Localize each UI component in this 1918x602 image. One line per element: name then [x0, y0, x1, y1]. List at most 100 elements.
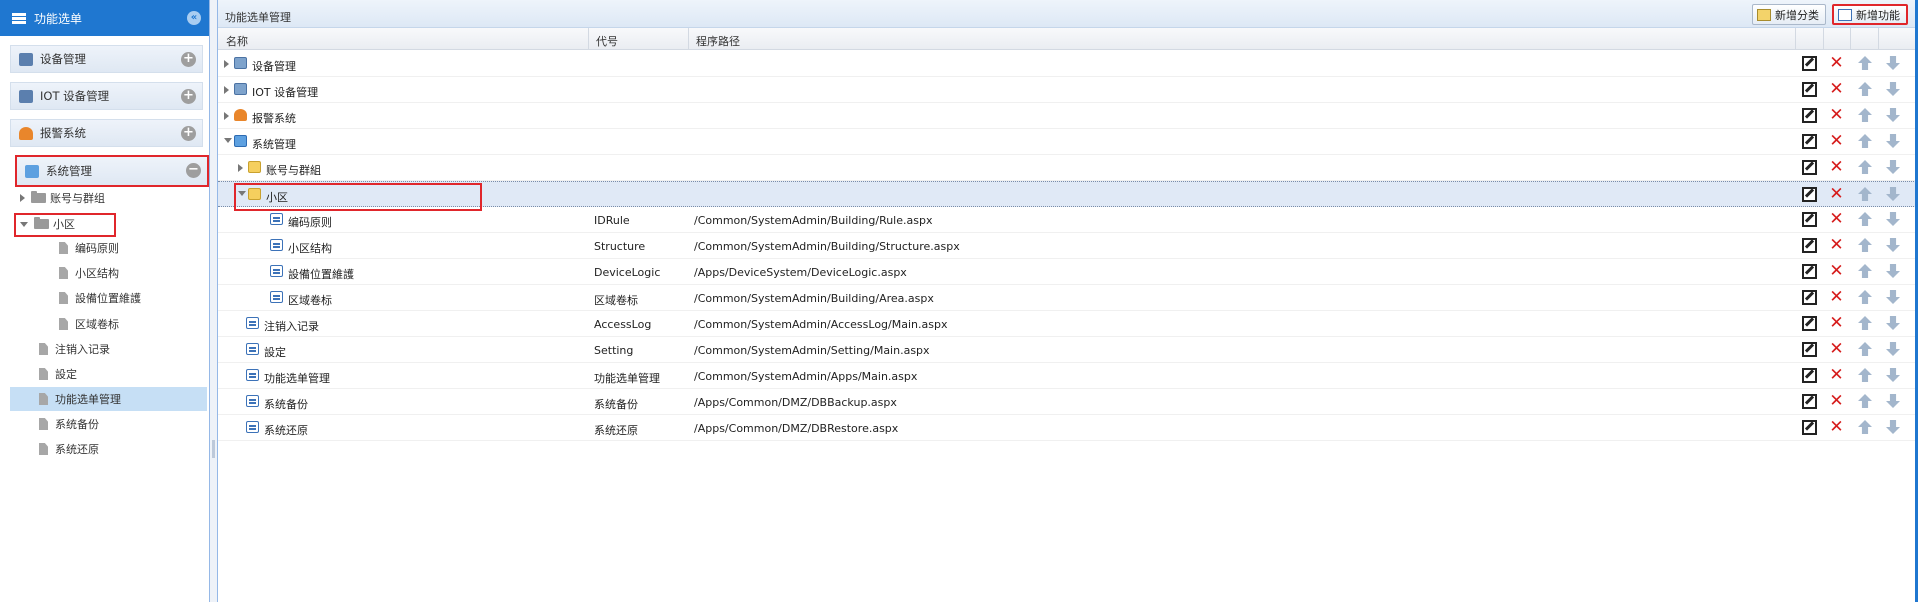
- tree-item-settings[interactable]: 設定: [39, 364, 77, 384]
- edit-icon[interactable]: [1802, 212, 1817, 227]
- delete-icon[interactable]: ✕: [1829, 289, 1844, 306]
- delete-icon[interactable]: ✕: [1829, 107, 1844, 124]
- delete-icon[interactable]: ✕: [1829, 55, 1844, 72]
- delete-icon[interactable]: ✕: [1829, 133, 1844, 150]
- move-down-icon[interactable]: [1886, 212, 1900, 226]
- panel-iot-device-management[interactable]: IOT 设备管理 +: [10, 82, 203, 110]
- move-down-icon[interactable]: [1886, 394, 1900, 408]
- expand-icon[interactable]: +: [181, 89, 196, 104]
- expand-arrow-icon[interactable]: [224, 112, 229, 120]
- move-down-icon[interactable]: [1886, 420, 1900, 434]
- move-up-icon[interactable]: [1858, 108, 1872, 122]
- edit-icon[interactable]: [1802, 342, 1817, 357]
- move-down-icon[interactable]: [1886, 160, 1900, 174]
- tree-item-coding-rule[interactable]: 编码原则: [59, 238, 119, 258]
- table-row[interactable]: 账号与群組 ✕: [218, 155, 1918, 181]
- tree-item-device-location[interactable]: 設備位置維護: [59, 288, 141, 308]
- tree-item-restore[interactable]: 系统还原: [39, 439, 99, 459]
- expand-arrow-icon[interactable]: [20, 194, 25, 202]
- move-up-icon[interactable]: [1858, 82, 1872, 96]
- move-up-icon[interactable]: [1858, 264, 1872, 278]
- move-down-icon[interactable]: [1886, 342, 1900, 356]
- move-down-icon[interactable]: [1886, 290, 1900, 304]
- tree-item-menu-management[interactable]: 功能选单管理: [39, 389, 121, 409]
- edit-icon[interactable]: [1802, 420, 1817, 435]
- edit-icon[interactable]: [1802, 290, 1817, 305]
- edit-icon[interactable]: [1802, 187, 1817, 202]
- edit-icon[interactable]: [1802, 108, 1817, 123]
- table-row[interactable]: 系统管理 ✕: [218, 129, 1918, 155]
- table-row[interactable]: 注销入记录 AccessLog/Common/SystemAdmin/Access…: [218, 311, 1918, 337]
- delete-icon[interactable]: ✕: [1829, 341, 1844, 358]
- table-row[interactable]: 設定 Setting/Common/SystemAdmin/Setting/Mai…: [218, 337, 1918, 363]
- edit-icon[interactable]: [1802, 238, 1817, 253]
- collapse-sidebar-icon[interactable]: «: [187, 11, 201, 25]
- move-up-icon[interactable]: [1858, 342, 1872, 356]
- move-up-icon[interactable]: [1858, 368, 1872, 382]
- move-down-icon[interactable]: [1886, 134, 1900, 148]
- tree-item-accounts[interactable]: 账号与群组: [20, 188, 105, 208]
- move-up-icon[interactable]: [1858, 394, 1872, 408]
- table-row[interactable]: 设备管理 ✕: [218, 51, 1918, 77]
- delete-icon[interactable]: ✕: [1829, 186, 1844, 203]
- edit-icon[interactable]: [1802, 56, 1817, 71]
- edit-icon[interactable]: [1802, 82, 1817, 97]
- move-down-icon[interactable]: [1886, 238, 1900, 252]
- edit-icon[interactable]: [1802, 368, 1817, 383]
- add-function-button[interactable]: 新增功能: [1832, 4, 1908, 25]
- move-up-icon[interactable]: [1858, 160, 1872, 174]
- move-down-icon[interactable]: [1886, 264, 1900, 278]
- tree-item-area-label[interactable]: 区域卷标: [59, 314, 119, 334]
- expand-arrow-icon[interactable]: [238, 164, 243, 172]
- panel-alarm-system[interactable]: 报警系统 +: [10, 119, 203, 147]
- table-row[interactable]: 小区结构 Structure/Common/SystemAdmin/Buildin…: [218, 233, 1918, 259]
- delete-icon[interactable]: ✕: [1829, 419, 1844, 436]
- delete-icon[interactable]: ✕: [1829, 367, 1844, 384]
- edit-icon[interactable]: [1802, 160, 1817, 175]
- delete-icon[interactable]: ✕: [1829, 81, 1844, 98]
- expand-icon[interactable]: +: [181, 52, 196, 67]
- delete-icon[interactable]: ✕: [1829, 315, 1844, 332]
- collapse-icon[interactable]: −: [186, 163, 201, 178]
- table-row[interactable]: 設備位置維護 DeviceLogic/Apps/DeviceSystem/Devi…: [218, 259, 1918, 285]
- tree-item-community-structure[interactable]: 小区结构: [59, 263, 119, 283]
- move-up-icon[interactable]: [1858, 238, 1872, 252]
- delete-icon[interactable]: ✕: [1829, 159, 1844, 176]
- panel-system-management[interactable]: 系统管理 −: [15, 155, 209, 187]
- delete-icon[interactable]: ✕: [1829, 393, 1844, 410]
- add-category-button[interactable]: 新增分类: [1752, 4, 1826, 25]
- table-row[interactable]: 系统还原 系统还原/Apps/Common/DMZ/DBRestore.aspx ✕: [218, 415, 1918, 441]
- delete-icon[interactable]: ✕: [1829, 211, 1844, 228]
- delete-icon[interactable]: ✕: [1829, 263, 1844, 280]
- expand-icon[interactable]: +: [181, 126, 196, 141]
- table-row[interactable]: 报警系统 ✕: [218, 103, 1918, 129]
- move-up-icon[interactable]: [1858, 212, 1872, 226]
- edit-icon[interactable]: [1802, 134, 1817, 149]
- move-down-icon[interactable]: [1886, 187, 1900, 201]
- move-down-icon[interactable]: [1886, 108, 1900, 122]
- expand-arrow-icon[interactable]: [224, 60, 229, 68]
- tree-item-access-log[interactable]: 注销入记录: [39, 339, 110, 359]
- panel-device-management[interactable]: 设备管理 +: [10, 45, 203, 73]
- move-down-icon[interactable]: [1886, 368, 1900, 382]
- move-down-icon[interactable]: [1886, 82, 1900, 96]
- move-up-icon[interactable]: [1858, 187, 1872, 201]
- move-up-icon[interactable]: [1858, 316, 1872, 330]
- move-up-icon[interactable]: [1858, 290, 1872, 304]
- move-down-icon[interactable]: [1886, 316, 1900, 330]
- collapse-arrow-icon[interactable]: [224, 138, 232, 143]
- table-row[interactable]: 区域卷标 区域卷标/Common/SystemAdmin/Building/Are…: [218, 285, 1918, 311]
- table-row[interactable]: 系统备份 系统备份/Apps/Common/DMZ/DBBackup.aspx ✕: [218, 389, 1918, 415]
- edit-icon[interactable]: [1802, 264, 1817, 279]
- edit-icon[interactable]: [1802, 316, 1817, 331]
- move-down-icon[interactable]: [1886, 56, 1900, 70]
- delete-icon[interactable]: ✕: [1829, 237, 1844, 254]
- splitter[interactable]: [210, 0, 218, 602]
- table-row[interactable]: 功能选单管理 功能选单管理/Common/SystemAdmin/Apps/Mai…: [218, 363, 1918, 389]
- expand-arrow-icon[interactable]: [224, 86, 229, 94]
- tree-item-backup[interactable]: 系统备份: [39, 414, 99, 434]
- move-up-icon[interactable]: [1858, 56, 1872, 70]
- splitter-grip[interactable]: [212, 440, 215, 458]
- edit-icon[interactable]: [1802, 394, 1817, 409]
- move-up-icon[interactable]: [1858, 134, 1872, 148]
